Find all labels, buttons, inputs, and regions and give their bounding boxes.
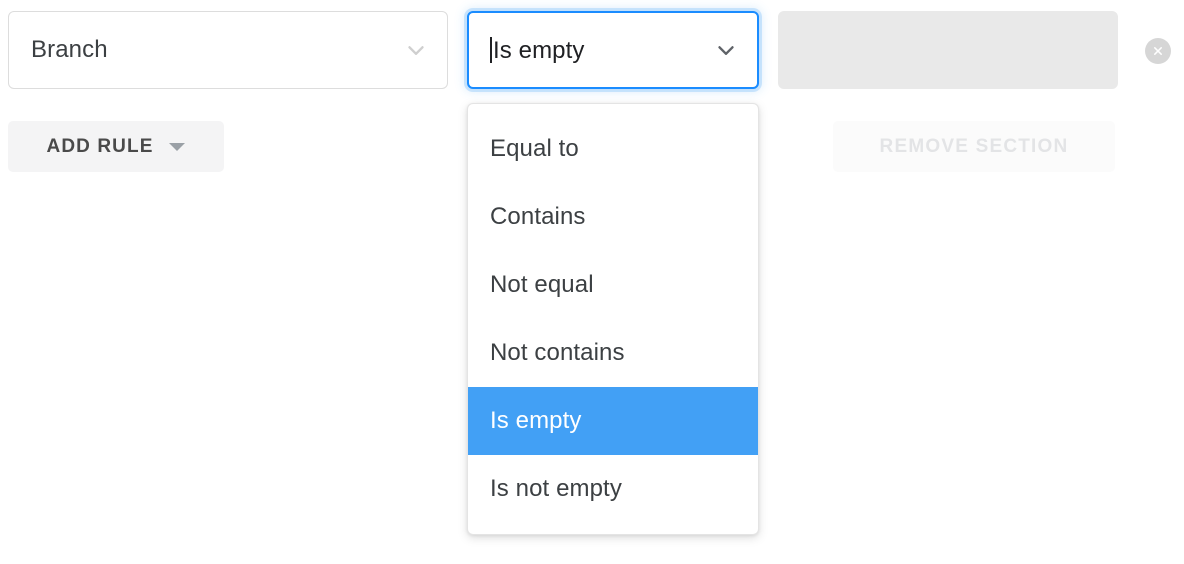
operator-select-value: Is empty xyxy=(490,37,713,63)
remove-section-button-label: REMOVE SECTION xyxy=(879,135,1069,157)
rule-builder-stage: Branch Is empty ADD RULE REMOVE SECTION … xyxy=(0,0,1184,564)
operator-dropdown-menu: Equal to Contains Not equal Not contains… xyxy=(467,103,759,535)
operator-select-text: Is empty xyxy=(493,37,585,63)
chevron-down-icon[interactable] xyxy=(713,37,739,63)
text-caret xyxy=(490,37,492,63)
operator-select[interactable]: Is empty xyxy=(467,11,759,89)
menu-item-label: Is not empty xyxy=(490,475,622,502)
menu-item-contains[interactable]: Contains xyxy=(468,183,758,251)
add-rule-button-label: ADD RULE xyxy=(46,135,154,157)
remove-section-button[interactable]: REMOVE SECTION xyxy=(833,121,1115,172)
menu-item-label: Equal to xyxy=(490,135,579,162)
value-input-disabled xyxy=(778,11,1118,89)
menu-item-equal-to[interactable]: Equal to xyxy=(468,115,758,183)
menu-item-label: Contains xyxy=(490,203,586,230)
triangle-down-icon xyxy=(169,142,186,151)
menu-item-not-equal[interactable]: Not equal xyxy=(468,251,758,319)
chevron-down-icon xyxy=(403,37,429,63)
close-icon[interactable] xyxy=(1145,38,1171,64)
menu-item-is-not-empty[interactable]: Is not empty xyxy=(468,455,758,523)
attribute-select-value: Branch xyxy=(31,38,108,62)
attribute-select[interactable]: Branch xyxy=(8,11,448,89)
menu-item-is-empty[interactable]: Is empty xyxy=(468,387,758,455)
menu-item-label: Is empty xyxy=(490,407,582,434)
menu-item-label: Not contains xyxy=(490,339,625,366)
rule-row: Branch Is empty xyxy=(0,0,1184,100)
add-rule-button[interactable]: ADD RULE xyxy=(8,121,224,172)
menu-item-not-contains[interactable]: Not contains xyxy=(468,319,758,387)
menu-item-label: Not equal xyxy=(490,271,594,298)
